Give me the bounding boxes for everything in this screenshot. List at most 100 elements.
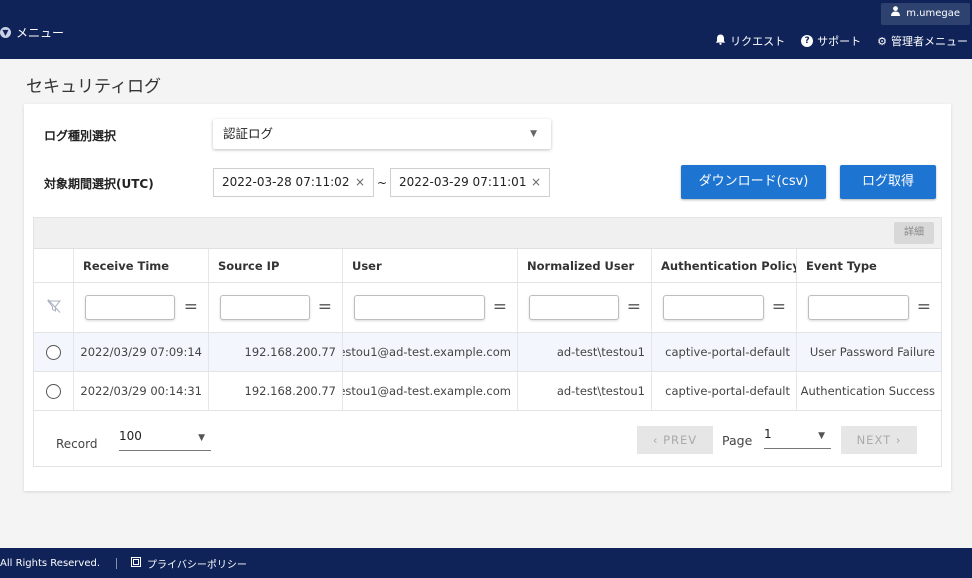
- filter-input[interactable]: [220, 295, 310, 320]
- clear-icon[interactable]: ×: [355, 169, 365, 196]
- cell-source-ip: 192.168.200.77: [209, 333, 343, 371]
- nav-admin-label: 管理者メニュー: [891, 35, 968, 48]
- nav-admin-menu[interactable]: ⚙ 管理者メニュー: [877, 33, 968, 49]
- footer: All Rights Reserved. プライバシーポリシー: [0, 548, 972, 578]
- chevron-right-icon: ›: [895, 433, 902, 447]
- chevron-down-icon: ▼: [0, 27, 11, 38]
- page-value: 1: [764, 427, 772, 441]
- period-label: 対象期間選択(UTC): [44, 177, 154, 191]
- user-name: m.umegae: [906, 8, 960, 19]
- top-nav: リクエスト ? サポート ⚙ 管理者メニュー: [715, 33, 968, 49]
- next-button[interactable]: NEXT ›: [841, 426, 917, 454]
- cell-normalized-user: ad-test\testou1: [518, 372, 652, 410]
- equals-icon[interactable]: =: [917, 297, 931, 317]
- detail-button[interactable]: 詳細: [894, 222, 934, 244]
- equals-icon[interactable]: =: [493, 297, 507, 317]
- log-type-label: ログ種別選択: [44, 129, 117, 143]
- header-select: [34, 249, 74, 282]
- page-title: セキュリティログ: [26, 77, 161, 97]
- row-radio[interactable]: [46, 344, 61, 360]
- pager: Record 100 ▼ ‹ PREV Page 1 ▼ NEXT ›: [34, 413, 941, 467]
- equals-icon[interactable]: =: [627, 297, 641, 317]
- filter-cell: =: [343, 283, 518, 332]
- page-label: Page: [722, 433, 753, 448]
- equals-icon[interactable]: =: [184, 297, 198, 317]
- nav-request[interactable]: リクエスト: [715, 33, 785, 49]
- filter-input[interactable]: [529, 295, 619, 320]
- record-value: 100: [119, 429, 142, 443]
- record-label: Record: [56, 437, 98, 451]
- equals-icon[interactable]: =: [318, 297, 332, 317]
- page-select[interactable]: 1 ▼: [764, 427, 831, 449]
- log-type-select[interactable]: 認証ログ ▼: [213, 119, 551, 149]
- column-header[interactable]: Event Type: [797, 249, 941, 282]
- dropdown-arrow-icon: ▼: [530, 129, 537, 139]
- top-bar: ▼ メニュー m.umegae リクエスト ? サポート ⚙ 管理者メニュー: [0, 0, 972, 59]
- bell-icon: [715, 34, 726, 48]
- filter-cell: =: [652, 283, 797, 332]
- filter-clear-icon[interactable]: [46, 298, 62, 318]
- filter-row: = = = = = =: [34, 283, 941, 333]
- cell-auth-policy: captive-portal-default: [652, 333, 797, 371]
- main-card: ログ種別選択 認証ログ ▼ 対象期間選択(UTC) 2022-03-28 07:…: [24, 104, 951, 491]
- row-select-cell[interactable]: [34, 333, 74, 371]
- clear-filter-cell[interactable]: [34, 283, 74, 332]
- external-link-icon: [131, 556, 142, 570]
- download-csv-button[interactable]: ダウンロード(csv): [681, 165, 826, 199]
- column-header[interactable]: Normalized User: [518, 249, 652, 282]
- user-icon: [891, 3, 901, 25]
- date-to-input[interactable]: 2022-03-29 07:11:01 ×: [390, 168, 550, 197]
- column-header[interactable]: Authentication Policy: [652, 249, 797, 282]
- nav-support[interactable]: ? サポート: [801, 33, 861, 49]
- menu-button[interactable]: ▼ メニュー: [0, 24, 64, 41]
- date-from-input[interactable]: 2022-03-28 07:11:02 ×: [213, 168, 374, 197]
- gear-icon: ⚙: [877, 34, 887, 48]
- row-radio[interactable]: [46, 383, 61, 399]
- cell-receive-time: 2022/03/29 00:14:31: [74, 372, 209, 410]
- date-from-value: 2022-03-28 07:11:02: [222, 175, 350, 189]
- clear-icon[interactable]: ×: [531, 169, 541, 196]
- cell-user: testou1@ad-test.example.com: [343, 372, 518, 410]
- column-header[interactable]: Source IP: [209, 249, 343, 282]
- log-table: 詳細 Receive Time Source IP User Normalize…: [33, 217, 942, 467]
- column-header[interactable]: User: [343, 249, 518, 282]
- filter-cell: =: [797, 283, 941, 332]
- nav-support-label: サポート: [817, 35, 862, 48]
- table-toolbar: 詳細: [34, 218, 941, 249]
- filter-cell: =: [209, 283, 343, 332]
- log-type-value: 認証ログ: [223, 126, 274, 141]
- cell-normalized-user: ad-test\testou1: [518, 333, 652, 371]
- column-header[interactable]: Receive Time: [74, 249, 209, 282]
- nav-request-label: リクエスト: [730, 35, 786, 48]
- filter-cell: =: [74, 283, 209, 332]
- prev-button[interactable]: ‹ PREV: [637, 426, 713, 454]
- privacy-policy-link[interactable]: プライバシーポリシー: [147, 556, 247, 571]
- table-row[interactable]: 2022/03/29 07:09:14 192.168.200.77 testo…: [34, 333, 941, 372]
- copyright-text: All Rights Reserved.: [0, 557, 101, 569]
- table-row[interactable]: 2022/03/29 00:14:31 192.168.200.77 testo…: [34, 372, 941, 411]
- cell-receive-time: 2022/03/29 07:09:14: [74, 333, 209, 371]
- filter-input[interactable]: [808, 295, 909, 320]
- cell-source-ip: 192.168.200.77: [209, 372, 343, 410]
- equals-icon[interactable]: =: [772, 297, 786, 317]
- filter-input[interactable]: [663, 295, 764, 320]
- filter-cell: =: [518, 283, 652, 332]
- cell-event-type: User Password Failure: [809, 345, 935, 359]
- help-icon: ?: [801, 35, 814, 47]
- record-select[interactable]: 100 ▼: [119, 429, 211, 451]
- filter-input[interactable]: [85, 295, 175, 320]
- footer-divider: [116, 557, 118, 569]
- filter-input[interactable]: [354, 295, 485, 320]
- fetch-log-button[interactable]: ログ取得: [840, 165, 936, 199]
- menu-label: メニュー: [16, 26, 65, 40]
- prev-label: PREV: [663, 433, 698, 447]
- chevron-left-icon: ‹: [652, 433, 659, 447]
- dropdown-arrow-icon: ▼: [198, 433, 205, 443]
- row-select-cell[interactable]: [34, 372, 74, 410]
- user-chip[interactable]: m.umegae: [881, 3, 970, 25]
- next-label: NEXT: [856, 433, 892, 447]
- dropdown-arrow-icon: ▼: [818, 431, 825, 441]
- range-separator: ~: [377, 176, 388, 190]
- table-header: Receive Time Source IP User Normalized U…: [34, 249, 941, 283]
- date-to-value: 2022-03-29 07:11:01: [399, 175, 527, 189]
